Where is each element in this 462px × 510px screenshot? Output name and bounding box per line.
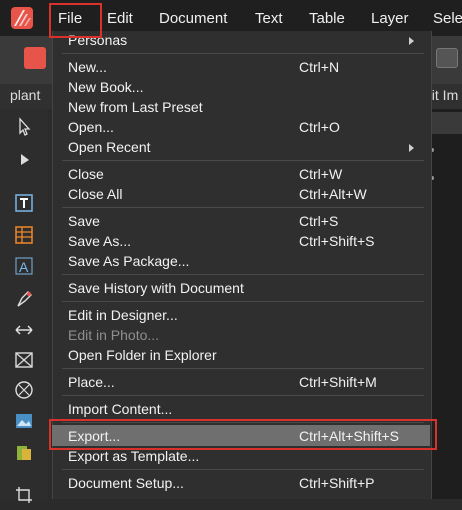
pen-tool-icon[interactable] [14, 289, 34, 309]
menu-item-save-history[interactable]: Save History with Document [68, 280, 244, 296]
menu-item-new[interactable]: New... [68, 59, 107, 75]
menu-select[interactable]: Selec [433, 0, 462, 36]
submenu-arrow-icon [409, 37, 414, 45]
shortcut-new: Ctrl+N [299, 59, 340, 75]
menu-separator [62, 274, 424, 275]
place-image-tool-icon[interactable] [14, 411, 34, 431]
shortcut-close-all: Ctrl+Alt+W [299, 186, 367, 202]
menu-separator [62, 469, 424, 470]
menu-separator [62, 301, 424, 302]
shortcut-open: Ctrl+O [299, 119, 340, 135]
toolbar-toggle-icon[interactable] [436, 48, 458, 68]
artistic-text-tool-icon[interactable]: A [14, 256, 34, 276]
right-panel-header [432, 112, 462, 134]
menu-separator [62, 53, 424, 54]
annotation-box-export [49, 419, 437, 450]
affinity-publisher-logo-icon[interactable] [11, 7, 33, 29]
annotation-box-file [49, 3, 102, 38]
menu-item-new-book[interactable]: New Book... [68, 79, 143, 95]
table-tool-icon[interactable] [14, 225, 34, 245]
menu-separator [62, 207, 424, 208]
color-picker-tool-icon[interactable] [14, 443, 34, 463]
document-tab[interactable]: plant [10, 87, 40, 103]
menu-item-document-setup[interactable]: Document Setup... [68, 475, 184, 491]
menu-item-open-recent[interactable]: Open Recent [68, 139, 151, 155]
menu-item-import-content[interactable]: Import Content... [68, 401, 172, 417]
svg-text:A: A [19, 259, 29, 275]
menu-item-open-folder[interactable]: Open Folder in Explorer [68, 347, 217, 363]
shortcut-save-as: Ctrl+Shift+S [299, 233, 375, 249]
persona-icon[interactable] [24, 47, 46, 69]
menu-item-close-all[interactable]: Close All [68, 186, 122, 202]
text-frame-tool-icon[interactable] [14, 193, 34, 213]
picture-frame-tool-icon[interactable] [14, 350, 34, 370]
menu-item-export-as-template[interactable]: Export as Template... [68, 448, 199, 464]
shortcut-place: Ctrl+Shift+M [299, 374, 377, 390]
menu-item-save-as[interactable]: Save As... [68, 233, 131, 249]
menu-item-edit-in-photo: Edit in Photo... [68, 327, 160, 343]
menu-item-save[interactable]: Save [68, 213, 100, 229]
submenu-arrow-icon [409, 144, 414, 152]
node-tool-icon[interactable] [14, 150, 34, 170]
shortcut-document-setup: Ctrl+Shift+P [299, 475, 375, 491]
menu-item-place[interactable]: Place... [68, 374, 115, 390]
crop-tool-icon[interactable] [14, 485, 34, 505]
menu-item-new-from-last-preset[interactable]: New from Last Preset [68, 99, 203, 115]
menu-separator [62, 395, 424, 396]
menu-separator [62, 160, 424, 161]
menu-separator [62, 368, 424, 369]
menu-item-edit-in-designer[interactable]: Edit in Designer... [68, 307, 178, 323]
ellipse-frame-tool-icon[interactable] [14, 380, 34, 400]
menu-item-open[interactable]: Open... [68, 119, 114, 135]
shortcut-save: Ctrl+S [299, 213, 339, 229]
menu-item-save-as-package[interactable]: Save As Package... [68, 253, 189, 269]
menu-item-close[interactable]: Close [68, 166, 104, 182]
transform-tool-icon[interactable] [14, 320, 34, 340]
shortcut-close: Ctrl+W [299, 166, 343, 182]
move-tool-icon[interactable] [14, 117, 34, 137]
